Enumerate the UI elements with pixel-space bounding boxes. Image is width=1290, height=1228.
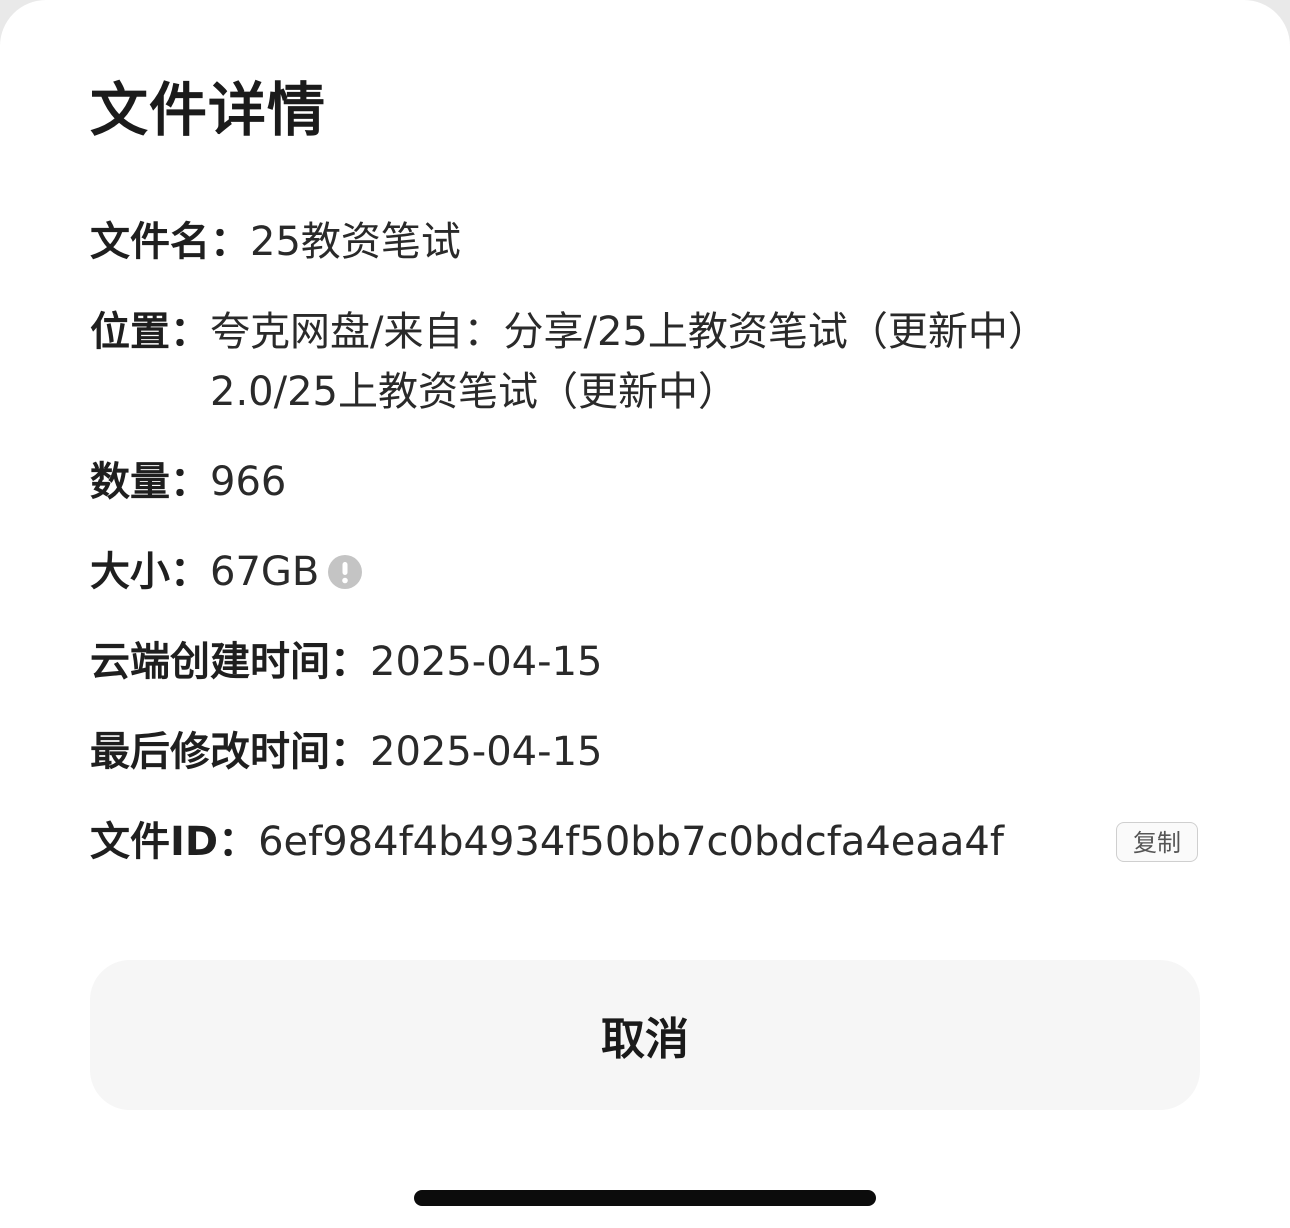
detail-row-filename: 文件名： 25教资笔试: [90, 212, 461, 272]
modified-label: 最后修改时间：: [90, 729, 370, 775]
detail-row-modified: 最后修改时间： 2025-04-15: [90, 722, 602, 782]
file-id-label: 文件ID：: [90, 819, 259, 865]
count-value: 966: [210, 459, 287, 505]
file-id-value: 6ef984f4b4934f50bb7c0bdcfa4eaa4f: [258, 819, 1004, 865]
location-value: 夸克网盘/来自：分享/25上教资笔试（更新中） 2.0/25上教资笔试（更新中）: [210, 302, 1048, 422]
modified-value: 2025-04-15: [370, 729, 603, 775]
file-details-sheet: 文件详情 文件名： 25教资笔试 位置： 夸克网盘/来自：分享/25上教资笔试（…: [0, 0, 1290, 1228]
created-value: 2025-04-15: [370, 639, 603, 685]
location-label: 位置：: [90, 309, 210, 355]
detail-row-file-id: 文件ID： 6ef984f4b4934f50bb7c0bdcfa4eaa4f: [90, 812, 1004, 872]
cancel-button[interactable]: 取消: [90, 960, 1200, 1110]
detail-row-created: 云端创建时间： 2025-04-15: [90, 632, 602, 692]
count-label: 数量：: [90, 459, 210, 505]
detail-row-count: 数量： 966: [90, 452, 286, 512]
location-line-1: 夸克网盘/来自：分享/25上教资笔试（更新中）: [210, 309, 1048, 355]
filename-value: 25教资笔试: [250, 219, 461, 265]
copy-button[interactable]: 复制: [1116, 822, 1198, 862]
size-value: 67GB: [210, 549, 320, 595]
info-icon[interactable]: [327, 554, 363, 590]
home-indicator[interactable]: [414, 1190, 876, 1206]
location-line-2: 2.0/25上教资笔试（更新中）: [210, 369, 738, 415]
filename-label: 文件名：: [90, 219, 250, 265]
sheet-title: 文件详情: [90, 76, 327, 144]
detail-row-size: 大小： 67GB: [90, 542, 363, 602]
created-label: 云端创建时间：: [90, 639, 370, 685]
detail-row-location: 位置： 夸克网盘/来自：分享/25上教资笔试（更新中） 2.0/25上教资笔试（…: [90, 302, 1048, 422]
size-label: 大小：: [90, 549, 210, 595]
